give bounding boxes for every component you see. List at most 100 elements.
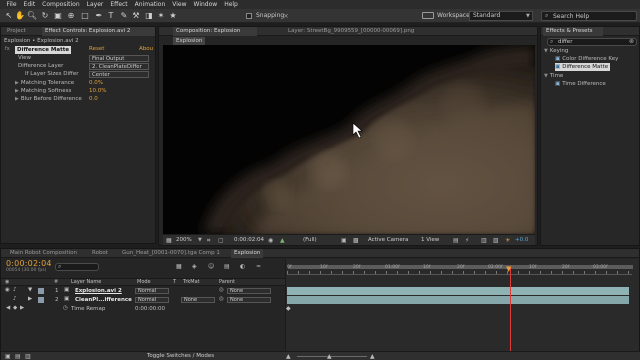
exposure-value[interactable]: +0.0: [515, 237, 528, 243]
zoom-out-icon[interactable]: ▲: [286, 353, 291, 360]
zoom-slider-handle-icon[interactable]: ▲: [327, 353, 332, 360]
menu-help[interactable]: Help: [221, 0, 242, 9]
layer-row[interactable]: ◉ ♪ ▼ 1 ▣ Explosion.avi 2 Normal ◎ None: [1, 287, 285, 295]
timeline-icon[interactable]: ▥: [481, 237, 487, 244]
pickwhip-icon[interactable]: ◎: [219, 287, 224, 293]
exposure-icon[interactable]: ☀: [505, 237, 510, 244]
toggle-pixel-aspect-icon[interactable]: ▤: [453, 237, 459, 244]
matching-tolerance-value[interactable]: 0.0%: [89, 80, 103, 87]
tab-gun-heat-comp[interactable]: Gun_Heat_[0001-0070].tga Comp 1: [119, 249, 223, 258]
tab-main-robot-composition[interactable]: Main Robot Composition: [7, 249, 80, 258]
pan-behind-tool-icon[interactable]: ⊕: [66, 11, 76, 21]
puppet-pin-tool-icon[interactable]: ★: [168, 11, 178, 21]
pickwhip-icon[interactable]: ◎: [219, 296, 224, 302]
pen-tool-icon[interactable]: ✒: [94, 11, 104, 21]
current-time[interactable]: 0:00:02:04: [234, 237, 264, 243]
col-parent[interactable]: Parent: [219, 278, 235, 286]
tab-explosion[interactable]: Explosion: [231, 249, 264, 258]
expand-triangle-icon[interactable]: ▶: [28, 296, 32, 302]
flowchart-icon[interactable]: ▧: [493, 237, 499, 244]
layer-sizes-select[interactable]: Center: [89, 71, 149, 78]
show-channel-icon[interactable]: ▲: [280, 237, 285, 244]
col-layer-name[interactable]: Layer Name: [71, 278, 101, 286]
layer-duration-bar[interactable]: [287, 296, 629, 304]
category-keying[interactable]: ▼ Keying: [544, 47, 568, 55]
tab-composition[interactable]: Composition: Explosion: [173, 27, 257, 36]
camera-tool-icon[interactable]: ▣: [53, 11, 63, 21]
eraser-tool-icon[interactable]: ◨: [144, 11, 154, 21]
view-layout-select[interactable]: 1 View: [421, 237, 439, 243]
blur-before-difference-value[interactable]: 0.0: [89, 96, 98, 103]
rotate-tool-icon[interactable]: ↻: [40, 11, 50, 21]
zoom-tool-icon[interactable]: 🔍︎: [27, 11, 37, 21]
monitor-icon[interactable]: [422, 12, 434, 19]
timeline-zoom-slider[interactable]: [297, 356, 367, 357]
keyframe-nav-icon[interactable]: ▶: [20, 305, 24, 311]
eye-icon[interactable]: ◉: [5, 287, 10, 293]
effect-difference-matte[interactable]: ▣ Difference Matte: [555, 63, 611, 71]
expand-triangle-icon[interactable]: ▶: [15, 96, 19, 103]
label-color-swatch[interactable]: [38, 288, 44, 294]
keyframe-nav-icon[interactable]: ◀: [6, 305, 10, 311]
menu-edit[interactable]: Edit: [20, 0, 39, 9]
playhead-handle-icon[interactable]: ▼: [506, 265, 511, 273]
layer-parent-select[interactable]: None: [227, 288, 271, 294]
selection-tool-icon[interactable]: ↖: [4, 11, 14, 21]
camera-select[interactable]: Active Camera: [368, 237, 408, 243]
layer-name[interactable]: Explosion.avi 2: [75, 287, 122, 295]
toggle-switches-modes-button[interactable]: Toggle Switches / Modes: [147, 353, 214, 359]
layer-duration-bar[interactable]: [287, 287, 629, 295]
motion-blur-icon[interactable]: ◐: [240, 263, 245, 270]
menu-animation[interactable]: Animation: [131, 0, 169, 9]
snapshot-icon[interactable]: ◉: [268, 237, 273, 244]
col-t[interactable]: T: [173, 278, 176, 286]
menu-composition[interactable]: Composition: [39, 0, 83, 9]
timeline-search-field[interactable]: ⌕: [55, 263, 99, 271]
rectangle-tool-icon[interactable]: □: [80, 11, 90, 21]
clone-stamp-tool-icon[interactable]: ⚒: [131, 11, 141, 21]
effects-search-field[interactable]: ⌕ differ ⊗: [547, 38, 637, 46]
time-remap-row[interactable]: ◀ ◆ ▶ ◷ Time Remap 0:00:00:00: [1, 305, 285, 313]
shy-layers-icon[interactable]: ☺: [208, 263, 214, 270]
comp-mini-flowchart-icon[interactable]: ▦: [176, 263, 182, 270]
expand-triangle-icon[interactable]: ▶: [15, 80, 19, 87]
layer-parent-select[interactable]: None: [227, 297, 271, 303]
menu-effect[interactable]: Effect: [107, 0, 131, 9]
layer-trkmat-select[interactable]: None: [181, 297, 215, 303]
roto-brush-tool-icon[interactable]: ✶: [156, 11, 166, 21]
keyframe-marker-icon[interactable]: ◆: [286, 305, 291, 312]
label-color-swatch[interactable]: [38, 297, 44, 303]
playhead-line[interactable]: [510, 266, 511, 351]
snap-options-icon[interactable]: ⨯: [283, 12, 289, 20]
difference-layer-select[interactable]: 2. CleanPlateDiffer: [89, 63, 149, 70]
always-preview-icon[interactable]: ▦: [166, 237, 172, 244]
stopwatch-icon[interactable]: ◷: [63, 305, 68, 311]
timeline-current-time[interactable]: 0:00:02:04: [6, 259, 52, 268]
snapping-checkbox[interactable]: [246, 13, 252, 19]
tab-project[interactable]: Project: [4, 27, 29, 36]
frame-blending-icon[interactable]: ▤: [224, 263, 230, 270]
composition-canvas[interactable]: [163, 45, 535, 234]
expand-layer-switches-icon[interactable]: ▣: [5, 353, 11, 360]
expand-in-out-icon[interactable]: ▥: [25, 353, 31, 360]
type-tool-icon[interactable]: T: [106, 11, 116, 21]
layer-row[interactable]: ♪ ▶ 2 ▣ CleanPl...ifference Normal None …: [1, 296, 285, 304]
clear-search-icon[interactable]: ⊗: [629, 38, 634, 45]
hand-tool-icon[interactable]: ✋: [15, 11, 25, 21]
draft-3d-icon[interactable]: ◈: [192, 263, 197, 270]
effect-color-difference-key[interactable]: ▣ Color Difference Key: [555, 55, 618, 63]
keyframe-icon[interactable]: ◆: [13, 305, 17, 311]
col-mode[interactable]: Mode: [137, 278, 151, 286]
tab-effects-presets[interactable]: Effects & Presets: [543, 27, 603, 36]
search-help-field[interactable]: ⌕ Search Help: [541, 11, 637, 21]
zoom-select[interactable]: 200%: [176, 237, 192, 243]
transparency-grid-icon[interactable]: ▩: [353, 237, 359, 244]
category-time[interactable]: ▼ Time: [544, 72, 563, 80]
matching-softness-value[interactable]: 10.0%: [89, 88, 106, 95]
tab-layer[interactable]: Layer: StreetBg_9909559_[00000-00069].pn…: [285, 27, 417, 36]
expand-triangle-icon[interactable]: ▼: [28, 287, 32, 293]
menu-file[interactable]: File: [3, 0, 20, 9]
layer-name[interactable]: CleanPl...ifference: [75, 296, 132, 304]
resolution-select[interactable]: (Full): [303, 237, 317, 243]
workspace-select[interactable]: Standard: [469, 11, 533, 21]
